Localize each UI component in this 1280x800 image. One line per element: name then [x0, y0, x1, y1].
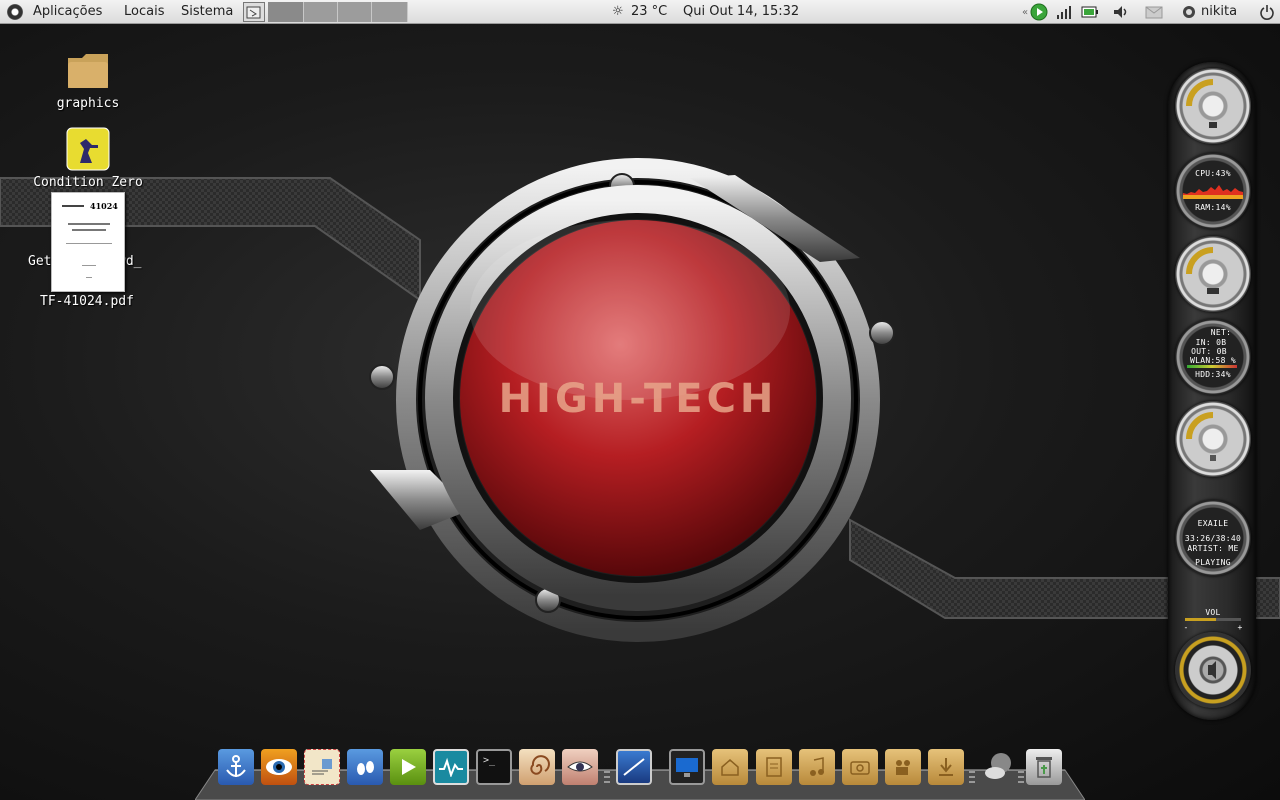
player-time: 33:26/38:40: [1184, 534, 1242, 543]
weather-icon[interactable]: [981, 749, 1017, 785]
volume-knob[interactable]: [1175, 632, 1251, 708]
documents-folder-icon[interactable]: [756, 749, 792, 785]
downloads-folder-icon[interactable]: [928, 749, 964, 785]
weather-temp[interactable]: 23 °C: [631, 0, 667, 24]
weather-sun-icon: ☼: [612, 4, 624, 19]
net-out: OUT: 0B: [1191, 347, 1227, 356]
music-folder-icon[interactable]: [799, 749, 835, 785]
battery-icon[interactable]: [1081, 3, 1099, 21]
desktop-icon-label: Get: [28, 254, 52, 269]
dock-separator: [604, 768, 610, 792]
desktop-icon-graphics[interactable]: graphics: [40, 48, 136, 111]
dock-separator: [969, 768, 975, 792]
volume-plus[interactable]: +: [1236, 623, 1244, 632]
gauge-widget-3[interactable]: [1175, 401, 1251, 477]
gnome-foot-icon[interactable]: [7, 4, 23, 20]
music-player-widget[interactable]: EXAILE 33:26/38:40 ARTIST: ME PLAYING: [1175, 500, 1251, 576]
anchor-icon[interactable]: [218, 749, 254, 785]
wlan-meter: [1187, 365, 1237, 368]
clock[interactable]: Qui Out 14, 15:32: [683, 0, 799, 24]
trash-icon[interactable]: [1026, 749, 1062, 785]
bolt: [369, 364, 395, 390]
player-status: PLAYING: [1195, 558, 1231, 567]
volume-minus[interactable]: -: [1182, 623, 1190, 632]
net-title: NET:: [1210, 328, 1232, 337]
show-desktop-icon[interactable]: [243, 2, 265, 22]
user-icon[interactable]: [1180, 3, 1198, 21]
power-icon[interactable]: [1258, 3, 1276, 21]
wallpaper-logo-text: HIGH-TECH: [499, 376, 778, 422]
cpu-ram-widget[interactable]: CPU:43% RAM:14%: [1175, 153, 1251, 229]
workspace-4[interactable]: [372, 2, 408, 22]
desktop-icon-label: graphics: [56, 96, 120, 111]
net-in: IN: 0B: [1195, 338, 1227, 347]
workspace-3[interactable]: [338, 2, 372, 22]
signal-strength-icon[interactable]: [1055, 3, 1073, 21]
hdd-label: HDD:34%: [1195, 370, 1231, 379]
dock-separator: [1018, 768, 1024, 792]
ram-label: RAM:14%: [1195, 203, 1231, 212]
user-name[interactable]: nikita: [1201, 0, 1237, 24]
workspace-2[interactable]: [304, 2, 338, 22]
videos-folder-icon[interactable]: [885, 749, 921, 785]
condition-zero-icon: [66, 127, 110, 171]
pdf-doc-number: 41024: [90, 201, 118, 211]
cpu-label: CPU:43%: [1195, 169, 1231, 178]
bolt: [869, 320, 895, 346]
player-name: EXAILE: [1197, 519, 1229, 528]
menu-applications[interactable]: Aplicações: [33, 0, 102, 24]
shell-icon[interactable]: [519, 749, 555, 785]
cpu-graph: [1183, 185, 1243, 199]
desktop-icon-condition-zero[interactable]: Condition Zero: [20, 127, 156, 190]
desktop-icon-label: Condition Zero: [33, 175, 143, 190]
top-panel: Aplicações Locais Sistema ☼ 23 °C Qui Ou…: [0, 0, 1280, 24]
desktop-icon-pdf[interactable]: Get wd_ 41024 TF-41024.pdf: [20, 192, 156, 309]
gauge-widget-2[interactable]: [1175, 236, 1251, 312]
footprints-icon[interactable]: [347, 749, 383, 785]
volume-meter[interactable]: [1185, 618, 1241, 621]
desktop-icon-label: TF-41024.pdf: [40, 294, 134, 309]
pictures-folder-icon[interactable]: [842, 749, 878, 785]
eye-drawing-icon[interactable]: [562, 749, 598, 785]
player-artist: ARTIST: ME: [1187, 544, 1239, 553]
eye-icon[interactable]: [261, 749, 297, 785]
display-icon[interactable]: [669, 749, 705, 785]
volume-icon[interactable]: [1112, 3, 1130, 21]
net-widget[interactable]: NET: IN: 0B OUT: 0B WLAN:58 % HDD:34%: [1175, 319, 1251, 395]
menu-system[interactable]: Sistema: [181, 0, 233, 24]
mail-stamp-icon[interactable]: [304, 749, 340, 785]
menu-places[interactable]: Locais: [124, 0, 164, 24]
wlan-label: WLAN:58 %: [1189, 356, 1237, 365]
gauge-widget-1[interactable]: [1175, 68, 1251, 144]
volume-label: VOL: [1205, 608, 1221, 617]
workspace-1[interactable]: [268, 2, 304, 22]
wallpaper: HIGH-TECH: [0, 158, 1280, 642]
mail-icon[interactable]: [1145, 3, 1163, 21]
pdf-thumbnail-icon: 41024: [51, 192, 125, 292]
terminal-icon[interactable]: >_: [476, 749, 512, 785]
folder-icon: [68, 54, 108, 88]
system-monitor-icon[interactable]: [433, 749, 469, 785]
home-folder-icon[interactable]: [712, 749, 748, 785]
play-icon[interactable]: [390, 749, 426, 785]
media-play-icon[interactable]: [1030, 3, 1048, 21]
screenshot-icon[interactable]: [616, 749, 652, 785]
